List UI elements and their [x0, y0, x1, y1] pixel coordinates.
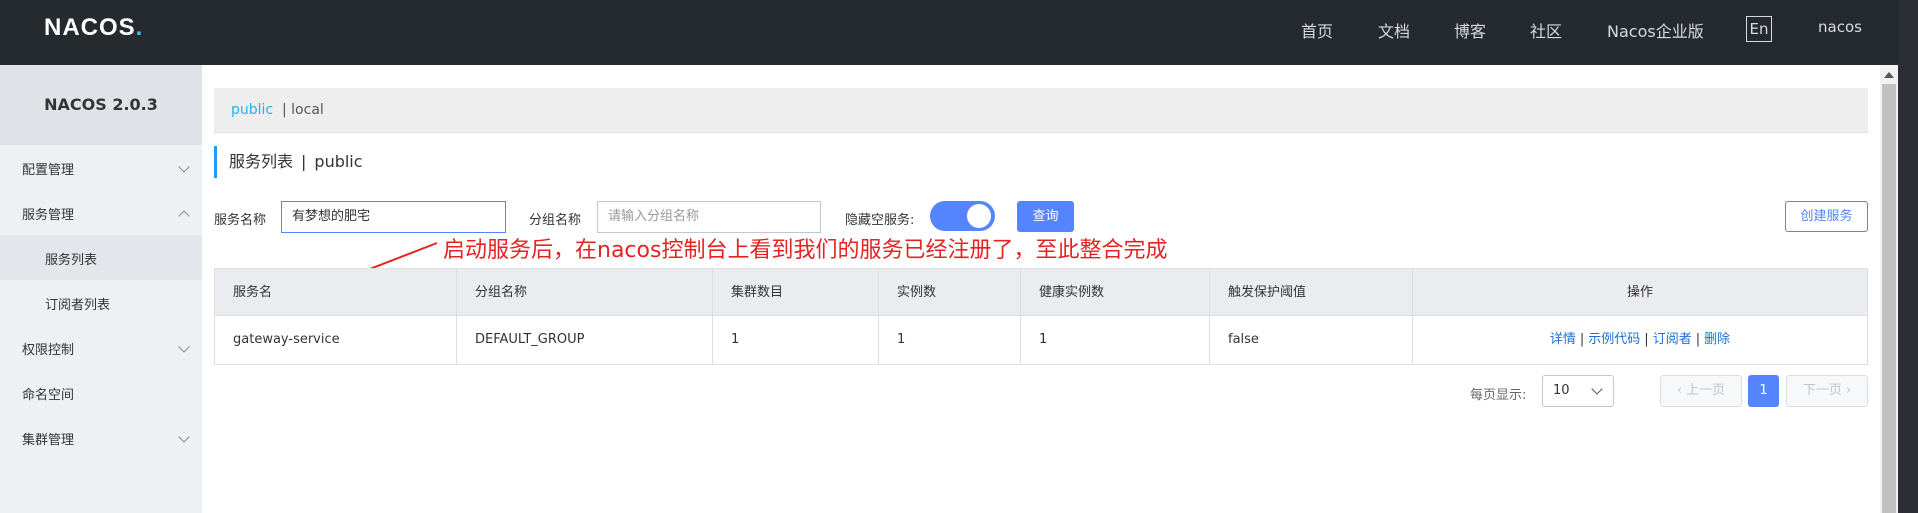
next-page-button[interactable]: 下一页 › [1786, 375, 1868, 407]
window-edge [1898, 0, 1918, 513]
cell-actions: 详情 | 示例代码 | 订阅者 | 删除 [1549, 332, 1731, 347]
toggle-knob [967, 204, 991, 228]
nav-enterprise[interactable]: Nacos企业版 [1607, 18, 1704, 42]
nav-docs[interactable]: 文档 [1378, 18, 1410, 42]
sidebar-item-subscriber-list[interactable]: 订阅者列表 [0, 280, 202, 325]
detail-link[interactable]: 详情 [1550, 332, 1576, 347]
sidebar-item-cluster-management[interactable]: 集群管理 [0, 415, 202, 460]
namespace-bar: public | local [214, 88, 1868, 133]
create-service-button[interactable]: 创建服务 [1785, 201, 1868, 232]
sample-code-link[interactable]: 示例代码 [1588, 332, 1640, 347]
chevron-down-icon [1591, 383, 1603, 395]
sidebar: NACOS 2.0.3 配置管理 服务管理 服务列表 订阅者列表 权限控制 命名… [0, 65, 202, 513]
per-page-label: 每页显示: [1470, 388, 1527, 403]
header-healthy-count: 健康实例数 [1021, 269, 1210, 315]
header-actions: 操作 [1626, 285, 1653, 300]
cell-service-name: gateway-service [215, 316, 457, 364]
nav-blog[interactable]: 博客 [1454, 18, 1486, 42]
annotation-text: 启动服务后，在nacos控制台上看到我们的服务已经注册了，至此整合完成 [443, 238, 1168, 263]
header-cluster-count: 集群数目 [713, 269, 879, 315]
header-instance-count: 实例数 [879, 269, 1021, 315]
scrollbar-thumb[interactable] [1882, 84, 1896, 513]
delete-link[interactable]: 删除 [1704, 332, 1730, 347]
subscribers-link[interactable]: 订阅者 [1653, 332, 1692, 347]
sidebar-item-access-control[interactable]: 权限控制 [0, 325, 202, 370]
page-number-button[interactable]: 1 [1748, 375, 1779, 407]
language-toggle-button[interactable]: En [1746, 16, 1772, 42]
cell-healthy-count: 1 [1021, 316, 1210, 364]
sidebar-item-config-management[interactable]: 配置管理 [0, 145, 202, 190]
chevron-down-icon [178, 431, 190, 443]
table-row: gateway-service DEFAULT_GROUP 1 1 1 fals… [215, 316, 1867, 364]
chevron-down-icon [178, 161, 190, 173]
hide-empty-services-label: 隐藏空服务: [845, 213, 915, 228]
nacos-logo[interactable]: NACOS. [44, 14, 143, 44]
header-protect-threshold: 触发保护阈值 [1210, 269, 1413, 315]
namespace-local-link[interactable]: | local [282, 102, 324, 118]
chevron-up-icon [178, 210, 190, 222]
namespace-public-link[interactable]: public [231, 102, 273, 118]
sidebar-item-service-list[interactable]: 服务列表 [0, 235, 202, 280]
cell-cluster-count: 1 [713, 316, 879, 364]
cell-instance-count: 1 [879, 316, 1021, 364]
chevron-down-icon [178, 341, 190, 353]
group-name-label: 分组名称 [529, 213, 582, 228]
header-group-name: 分组名称 [457, 269, 713, 315]
cell-group-name: DEFAULT_GROUP [457, 316, 713, 364]
query-button[interactable]: 查询 [1017, 201, 1074, 232]
service-table: 服务名 分组名称 集群数目 实例数 健康实例数 触发保护阈值 操作 gatewa… [214, 268, 1868, 365]
sidebar-item-namespace[interactable]: 命名空间 [0, 370, 202, 415]
chevron-right-icon: › [1845, 383, 1852, 398]
service-name-input[interactable]: 有梦想的肥宅 [281, 201, 506, 233]
user-menu[interactable]: nacos [1818, 18, 1862, 36]
table-header: 服务名 分组名称 集群数目 实例数 健康实例数 触发保护阈值 操作 [215, 269, 1867, 316]
cell-protect-threshold: false [1210, 316, 1413, 364]
per-page-select[interactable]: 10 [1542, 375, 1614, 407]
top-navbar: NACOS. 首页 文档 博客 社区 Nacos企业版 En nacos [0, 0, 1918, 65]
hide-empty-services-toggle[interactable] [930, 201, 995, 231]
sidebar-title: NACOS 2.0.3 [0, 65, 202, 145]
page-title: 服务列表 | public [214, 146, 363, 178]
header-service-name: 服务名 [215, 269, 457, 315]
chevron-left-icon: ‹ [1676, 383, 1683, 398]
nav-community[interactable]: 社区 [1530, 18, 1562, 42]
service-name-label: 服务名称 [214, 213, 267, 228]
nav-home[interactable]: 首页 [1301, 18, 1333, 42]
scroll-up-arrow-icon[interactable] [1884, 72, 1894, 78]
prev-page-button[interactable]: ‹ 上一页 [1660, 375, 1742, 407]
group-name-input[interactable]: 请输入分组名称 [597, 201, 821, 233]
sidebar-item-service-management[interactable]: 服务管理 [0, 190, 202, 235]
